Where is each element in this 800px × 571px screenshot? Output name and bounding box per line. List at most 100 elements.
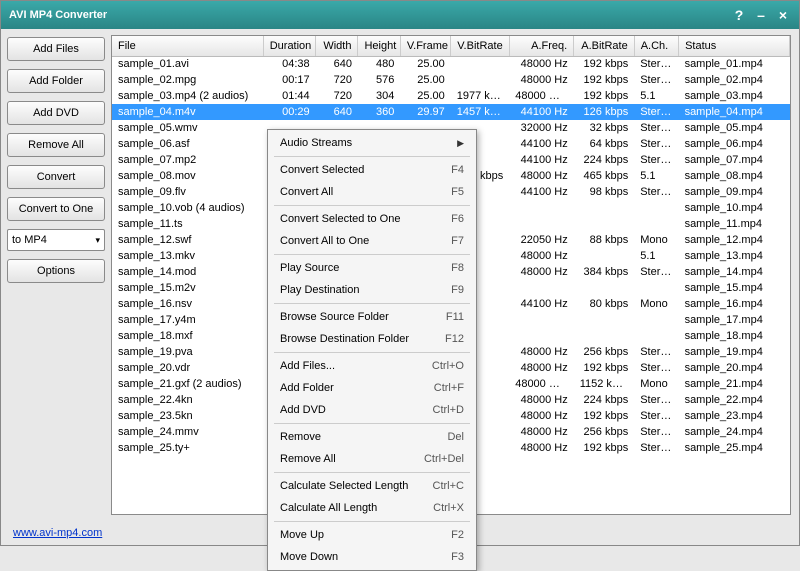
menu-item[interactable]: Move UpF2: [270, 524, 474, 546]
cell-file: sample_07.mp2: [112, 152, 263, 168]
menu-separator: [274, 156, 470, 157]
menu-item[interactable]: Calculate All LengthCtrl+X: [270, 497, 474, 519]
table-row[interactable]: sample_04.m4v00:2964036029.971457 kbps44…: [112, 104, 790, 120]
cell-vb: 1457 kbps: [451, 104, 509, 120]
menu-item[interactable]: Convert All to OneF7: [270, 230, 474, 252]
cell-ac: Stereo: [634, 264, 678, 280]
table-row[interactable]: sample_01.avi04:3864048025.0048000 Hz192…: [112, 56, 790, 72]
menu-item[interactable]: Play SourceF8: [270, 257, 474, 279]
menu-item[interactable]: Convert SelectedF4: [270, 159, 474, 181]
menu-item[interactable]: Audio Streams▶: [270, 132, 474, 154]
col-abitrate[interactable]: A.BitRate: [574, 36, 634, 56]
remove-all-button[interactable]: Remove All: [7, 133, 105, 157]
menu-item[interactable]: Calculate Selected LengthCtrl+C: [270, 475, 474, 497]
cell-ab: 80 kbps: [574, 296, 634, 312]
cell-file: sample_12.swf: [112, 232, 263, 248]
cell-file: sample_18.mxf: [112, 328, 263, 344]
col-vbitrate[interactable]: V.BitRate: [451, 36, 509, 56]
menu-item-shortcut: F5: [451, 186, 464, 198]
cell-ab: 224 kbps: [574, 392, 634, 408]
cell-af: [509, 328, 574, 344]
col-height[interactable]: Height: [358, 36, 400, 56]
table-row[interactable]: sample_03.mp4 (2 audios)01:4472030425.00…: [112, 88, 790, 104]
menu-item[interactable]: Browse Destination FolderF12: [270, 328, 474, 350]
cell-status: sample_10.mp4: [679, 200, 790, 216]
cell-status: sample_20.mp4: [679, 360, 790, 376]
cell-file: sample_04.m4v: [112, 104, 263, 120]
col-afreq[interactable]: A.Freq.: [509, 36, 574, 56]
cell-file: sample_16.nsv: [112, 296, 263, 312]
cell-af: 48000 Hz: [509, 344, 574, 360]
col-duration[interactable]: Duration: [263, 36, 315, 56]
cell-status: sample_17.mp4: [679, 312, 790, 328]
table-row[interactable]: sample_02.mpg00:1772057625.0048000 Hz192…: [112, 72, 790, 88]
menu-separator: [274, 472, 470, 473]
cell-af: 44100 Hz: [509, 184, 574, 200]
cell-af: 48000 Hz: [509, 408, 574, 424]
cell-h: 360: [358, 104, 400, 120]
cell-af: 22050 Hz: [509, 232, 574, 248]
format-select[interactable]: to MP4 ▾: [7, 229, 105, 251]
menu-item[interactable]: Add Files...Ctrl+O: [270, 355, 474, 377]
cell-status: sample_15.mp4: [679, 280, 790, 296]
cell-ac: [634, 328, 678, 344]
col-vframe[interactable]: V.Frame: [400, 36, 450, 56]
menu-item[interactable]: Remove AllCtrl+Del: [270, 448, 474, 470]
menu-item-shortcut: F9: [451, 284, 464, 296]
menu-item[interactable]: Add FolderCtrl+F: [270, 377, 474, 399]
menu-separator: [274, 205, 470, 206]
cell-status: sample_02.mp4: [679, 72, 790, 88]
cell-status: sample_06.mp4: [679, 136, 790, 152]
convert-button[interactable]: Convert: [7, 165, 105, 189]
menu-item[interactable]: Add DVDCtrl+D: [270, 399, 474, 421]
cell-dur: 00:29: [263, 104, 315, 120]
cell-ac: Mono: [634, 376, 678, 392]
cell-status: sample_12.mp4: [679, 232, 790, 248]
menu-item[interactable]: RemoveDel: [270, 426, 474, 448]
cell-af: 44100 Hz: [509, 136, 574, 152]
cell-ab: [574, 328, 634, 344]
col-width[interactable]: Width: [316, 36, 358, 56]
menu-item-label: Remove: [280, 431, 447, 443]
website-link[interactable]: www.avi-mp4.com: [13, 527, 102, 539]
cell-af: 48000 Hz*2: [509, 376, 574, 392]
menu-item-label: Play Destination: [280, 284, 451, 296]
cell-status: sample_16.mp4: [679, 296, 790, 312]
menu-item-shortcut: Del: [447, 431, 464, 443]
menu-item[interactable]: Convert Selected to OneF6: [270, 208, 474, 230]
menu-item[interactable]: Play DestinationF9: [270, 279, 474, 301]
cell-af: 48000 Hz: [509, 440, 574, 456]
menu-item[interactable]: Convert AllF5: [270, 181, 474, 203]
app-title: AVI MP4 Converter: [9, 9, 107, 21]
cell-file: sample_23.5kn: [112, 408, 263, 424]
cell-ab: 192 kbps: [574, 408, 634, 424]
menu-item[interactable]: Move DownF3: [270, 546, 474, 568]
cell-status: sample_03.mp4: [679, 88, 790, 104]
cell-ab: [574, 248, 634, 264]
cell-ab: 256 kbps: [574, 344, 634, 360]
col-file[interactable]: File: [112, 36, 263, 56]
cell-ab: 256 kbps: [574, 424, 634, 440]
cell-ab: [574, 216, 634, 232]
cell-ab: 384 kbps: [574, 264, 634, 280]
col-status[interactable]: Status: [679, 36, 790, 56]
cell-file: sample_01.avi: [112, 56, 263, 72]
convert-to-one-button[interactable]: Convert to One: [7, 197, 105, 221]
help-button[interactable]: ?: [731, 7, 747, 23]
cell-ab: 192 kbps: [574, 56, 634, 72]
add-dvd-button[interactable]: Add DVD: [7, 101, 105, 125]
menu-item-shortcut: F12: [445, 333, 464, 345]
menu-item[interactable]: Browse Source FolderF11: [270, 306, 474, 328]
context-menu: Audio Streams▶Convert SelectedF4Convert …: [267, 129, 477, 571]
close-button[interactable]: ×: [775, 7, 791, 23]
table-header-row: File Duration Width Height V.Frame V.Bit…: [112, 36, 790, 56]
cell-af: 32000 Hz: [509, 120, 574, 136]
menu-separator: [274, 521, 470, 522]
minimize-button[interactable]: –: [753, 7, 769, 23]
col-ach[interactable]: A.Ch.: [634, 36, 678, 56]
options-button[interactable]: Options: [7, 259, 105, 283]
add-folder-button[interactable]: Add Folder: [7, 69, 105, 93]
menu-separator: [274, 303, 470, 304]
add-files-button[interactable]: Add Files: [7, 37, 105, 61]
cell-file: sample_06.asf: [112, 136, 263, 152]
